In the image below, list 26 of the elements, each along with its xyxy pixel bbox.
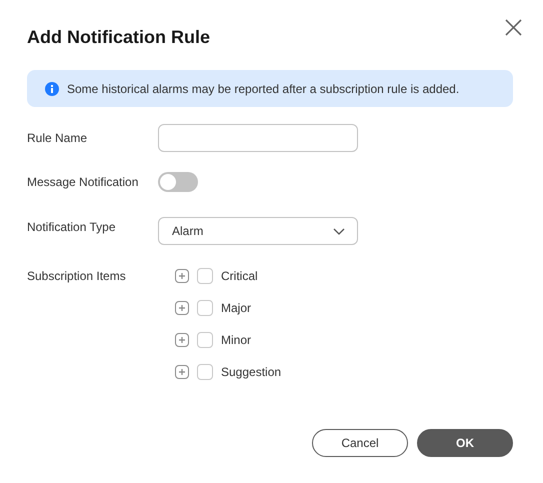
checkbox[interactable] bbox=[197, 268, 213, 284]
field-label: Subscription Items bbox=[27, 268, 127, 284]
item-label: Major bbox=[221, 301, 252, 315]
info-icon bbox=[45, 82, 59, 96]
field-label: Rule Name bbox=[27, 130, 88, 146]
checkbox[interactable] bbox=[197, 300, 213, 316]
item-label: Minor bbox=[221, 333, 252, 347]
cancel-button[interactable]: Cancel bbox=[312, 429, 408, 457]
rule-name-field[interactable] bbox=[158, 124, 358, 152]
expand-icon[interactable] bbox=[175, 301, 189, 315]
dialog-title: Add Notification Rule bbox=[27, 26, 211, 48]
notification-type-select[interactable]: Alarm bbox=[158, 217, 358, 245]
expand-icon[interactable] bbox=[175, 365, 189, 379]
expand-icon[interactable] bbox=[175, 269, 189, 283]
close-icon[interactable] bbox=[505, 19, 522, 36]
toggle-switch[interactable] bbox=[158, 172, 198, 192]
field-label: Notification Type bbox=[27, 219, 116, 235]
item-label: Critical bbox=[221, 269, 258, 283]
info-text: Some historical alarms may be reported after a subscription rule is added. bbox=[67, 82, 460, 96]
checkbox[interactable] bbox=[197, 364, 213, 380]
expand-icon[interactable] bbox=[175, 333, 189, 347]
checkbox[interactable] bbox=[197, 332, 213, 348]
item-label: Suggestion bbox=[221, 365, 282, 379]
chevron-icon bbox=[333, 228, 345, 234]
ok-button[interactable]: OK bbox=[417, 429, 513, 457]
field-label: Message Notification bbox=[27, 174, 140, 190]
